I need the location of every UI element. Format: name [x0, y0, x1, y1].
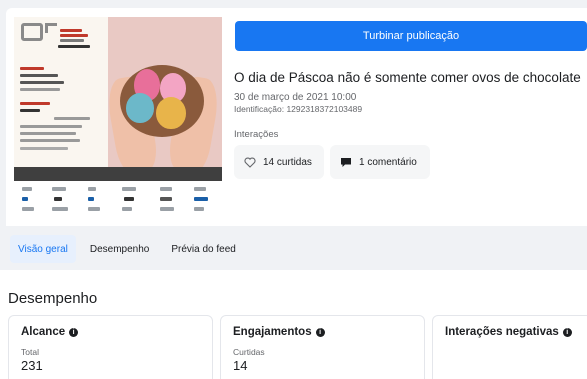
- metric-sublabel: Curtidas: [233, 347, 265, 357]
- metric-title: Interações negativas: [445, 326, 559, 338]
- logo-mark-icon: [45, 23, 57, 33]
- post-id: Identificação: 1292318372103489: [234, 104, 363, 114]
- tab-performance[interactable]: Desempenho: [82, 235, 157, 263]
- metric-card-negative-interactions: Interações negativas i: [432, 315, 587, 379]
- metric-sublabel: Total: [21, 347, 39, 357]
- post-details-panel: Turbinar publicação O dia de Páscoa não …: [0, 0, 587, 379]
- performance-section: Desempenho Alcance i Total 231 Engajamen…: [0, 270, 587, 379]
- boost-post-button[interactable]: Turbinar publicação: [235, 21, 587, 51]
- likes-count: 14 curtidas: [263, 156, 312, 168]
- metric-value: 14: [233, 358, 248, 373]
- info-icon[interactable]: i: [315, 327, 325, 337]
- tab-overview[interactable]: Visão geral: [10, 235, 76, 263]
- tab-bar: Visão geral Desempenho Prévia do feed: [10, 235, 244, 263]
- likes-pill[interactable]: 14 curtidas: [234, 145, 324, 179]
- post-image-thumbnail[interactable]: [14, 17, 222, 221]
- easter-eggs-photo: [104, 17, 222, 175]
- interactions-label: Interações: [234, 129, 279, 140]
- heart-icon: [244, 157, 256, 168]
- comment-icon: [340, 157, 352, 168]
- post-date: 30 de março de 2021 10:00: [234, 92, 357, 103]
- metric-title: Engajamentos: [233, 326, 312, 338]
- comments-count: 1 comentário: [359, 156, 417, 168]
- metric-title: Alcance: [21, 326, 66, 338]
- info-icon[interactable]: i: [562, 327, 572, 337]
- metric-card-engagements: Engajamentos i Curtidas 14: [220, 315, 425, 379]
- sponsor-logos: [14, 181, 222, 221]
- metric-value: 231: [21, 358, 43, 373]
- performance-title: Desempenho: [8, 290, 98, 307]
- flyer-text-panel: [14, 17, 108, 167]
- metric-card-reach: Alcance i Total 231: [8, 315, 213, 379]
- post-title: O dia de Páscoa não é somente comer ovos…: [234, 70, 581, 85]
- flyer-footer-strip: [14, 167, 222, 181]
- post-summary-card: Turbinar publicação O dia de Páscoa não …: [6, 8, 587, 226]
- logo-icon: [21, 23, 43, 41]
- info-icon[interactable]: i: [69, 327, 79, 337]
- tab-feed-preview[interactable]: Prévia do feed: [163, 235, 244, 263]
- comments-pill[interactable]: 1 comentário: [330, 145, 430, 179]
